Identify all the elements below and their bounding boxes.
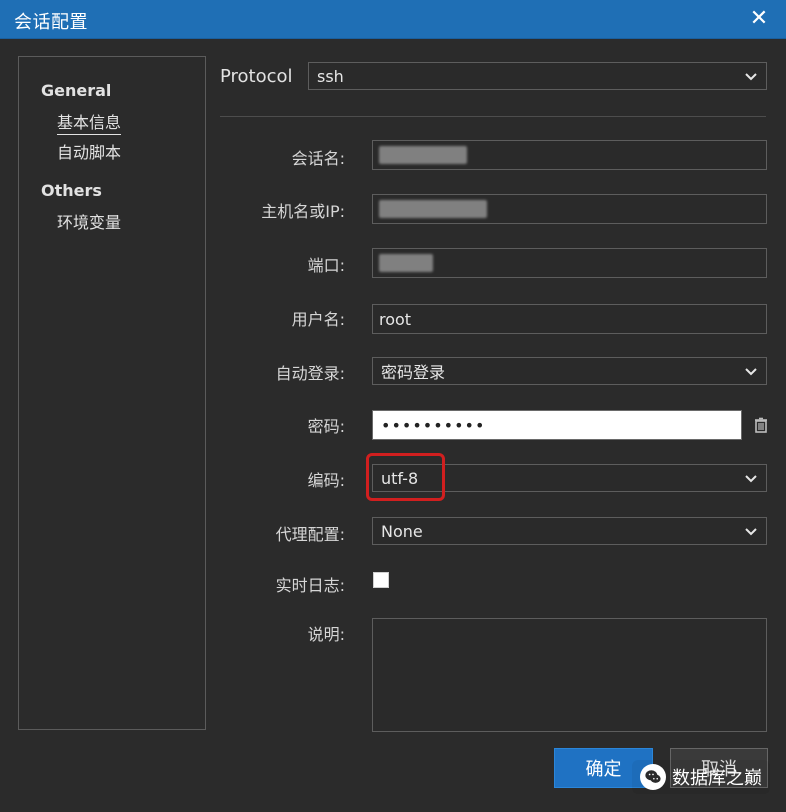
description-label: 说明: bbox=[307, 625, 345, 644]
description-textarea[interactable] bbox=[372, 618, 767, 732]
window-title: 会话配置 bbox=[14, 12, 88, 33]
password-label: 密码: bbox=[307, 417, 345, 436]
wechat-icon bbox=[640, 764, 666, 790]
divider bbox=[220, 116, 766, 117]
realtime-log-checkbox[interactable] bbox=[373, 572, 389, 588]
protocol-value: ssh bbox=[317, 66, 344, 86]
encoding-label: 编码: bbox=[307, 471, 345, 490]
proxy-value: None bbox=[381, 521, 423, 541]
port-label: 端口: bbox=[307, 256, 345, 275]
chevron-down-icon bbox=[745, 528, 757, 536]
redacted-port bbox=[379, 254, 433, 272]
auto-login-label: 自动登录: bbox=[275, 364, 345, 383]
password-input[interactable]: •••••••••• bbox=[372, 410, 742, 440]
sidebar-item-basic-info[interactable]: 基本信息 bbox=[57, 109, 122, 135]
chevron-down-icon bbox=[745, 475, 757, 483]
protocol-label: Protocol bbox=[220, 66, 293, 87]
close-icon[interactable]: ✕ bbox=[746, 5, 772, 31]
sidebar-group-general: General bbox=[41, 81, 112, 100]
encoding-value: utf-8 bbox=[381, 468, 419, 488]
port-input[interactable] bbox=[372, 248, 767, 278]
chevron-down-icon bbox=[745, 368, 757, 376]
watermark-text: 数据库之巅 bbox=[672, 768, 762, 789]
proxy-select[interactable]: None bbox=[372, 517, 767, 545]
username-label: 用户名: bbox=[291, 310, 345, 329]
auto-login-select[interactable]: 密码登录 bbox=[372, 357, 767, 385]
protocol-select[interactable]: ssh bbox=[308, 62, 767, 90]
auto-login-value: 密码登录 bbox=[381, 363, 446, 382]
username-input[interactable]: root bbox=[372, 304, 767, 334]
host-input[interactable] bbox=[372, 194, 767, 224]
wechat-icon-svg bbox=[645, 770, 661, 783]
session-name-input[interactable] bbox=[372, 140, 767, 170]
chevron-down-icon bbox=[745, 73, 757, 81]
redacted-session-name bbox=[379, 146, 467, 164]
title-bar: 会话配置 ✕ bbox=[0, 0, 786, 39]
realtime-log-label: 实时日志: bbox=[275, 576, 345, 595]
watermark: 数据库之巅 bbox=[632, 760, 770, 794]
session-name-label: 会话名: bbox=[291, 149, 345, 168]
host-label: 主机名或IP: bbox=[261, 202, 345, 221]
encoding-select[interactable]: utf-8 bbox=[372, 464, 767, 492]
redacted-host bbox=[379, 200, 487, 218]
trash-icon[interactable] bbox=[752, 416, 770, 434]
proxy-label: 代理配置: bbox=[275, 525, 345, 544]
